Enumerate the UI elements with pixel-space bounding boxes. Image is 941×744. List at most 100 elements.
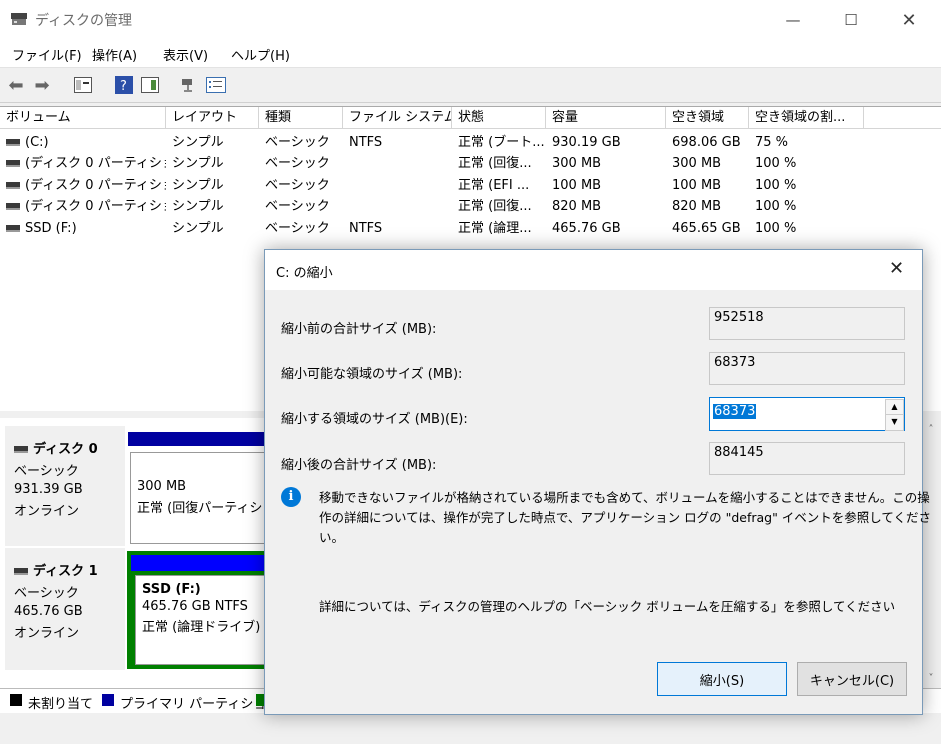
shrink-button[interactable]: 縮小(S)	[657, 662, 787, 696]
volume-icon	[6, 160, 20, 168]
cell-layout: シンプル	[168, 175, 259, 196]
column-status[interactable]: 状態	[452, 107, 546, 129]
action-pane-icon[interactable]	[140, 75, 160, 95]
table-row[interactable]: SSD (F:) シンプル ベーシック NTFS 正常 (論理... 465.76 GB 4…	[0, 218, 941, 239]
properties-icon[interactable]	[206, 75, 226, 95]
cell-filesystem	[345, 196, 452, 217]
menu-bar: ファイル(F) 操作(A) 表示(V) ヘルプ(H)	[0, 40, 941, 68]
cell-free-percent: 100 %	[751, 175, 864, 196]
disk-1-status: オンライン	[14, 626, 80, 641]
info-line-3: い。	[319, 530, 345, 545]
cell-text: SSD (F:)	[25, 220, 77, 236]
forward-arrow-icon[interactable]: ➡	[32, 75, 52, 96]
column-free-space[interactable]: 空き領域	[666, 107, 749, 129]
table-row[interactable]: (ディスク 0 パーティショ... シンプル ベーシック 正常 (回復... 300 M…	[0, 153, 941, 174]
toolbar: ⬅ ➡ ?	[0, 68, 941, 103]
shrink-amount-spinner[interactable]: 68373 ▲ ▼	[709, 397, 905, 431]
cell-text: ベーシック	[265, 156, 330, 172]
cell-text: シンプル	[172, 156, 224, 172]
volume-icon	[6, 181, 20, 189]
cell-text: 正常 (EFI ...	[458, 177, 530, 193]
close-button[interactable]: ✕	[886, 0, 932, 40]
disk-1-partition[interactable]: SSD (F:) 465.76 GB NTFS 正常 (論理ドライブ)	[135, 575, 270, 665]
column-capacity[interactable]: 容量	[546, 107, 666, 129]
menu-action[interactable]: 操作(A)	[92, 45, 137, 64]
disk-0-status: オンライン	[14, 504, 80, 519]
help-text: 詳細については、ディスクの管理のヘルプの「ベーシック ボリュームを圧縮する」を参…	[319, 599, 896, 614]
disk-0-size: 931.39 GB	[14, 482, 83, 497]
cell-free-percent: 75 %	[751, 132, 864, 153]
menu-view[interactable]: 表示(V)	[163, 45, 208, 64]
cell-free-percent: 100 %	[751, 196, 864, 217]
cell-text: ベーシック	[265, 177, 330, 193]
cell-filesystem: NTFS	[345, 218, 452, 239]
cell-capacity: 100 MB	[548, 175, 666, 196]
table-row[interactable]: (ディスク 0 パーティショ... シンプル ベーシック 正常 (EFI ... 100…	[0, 175, 941, 196]
cell-text: 820 MB	[552, 199, 602, 215]
cell-capacity: 930.19 GB	[548, 132, 666, 153]
help-icon[interactable]: ?	[114, 75, 134, 95]
dialog-close-icon[interactable]: ✕	[889, 258, 904, 279]
disk-0-partition[interactable]: 300 MB 正常 (回復パーティショ	[130, 452, 275, 544]
cell-layout: シンプル	[168, 132, 259, 153]
window-title: ディスクの管理	[35, 13, 133, 29]
column-layout[interactable]: レイアウト	[166, 107, 259, 129]
info-icon: i	[281, 487, 301, 507]
cell-layout: シンプル	[168, 196, 259, 217]
volume-icon	[6, 203, 20, 211]
console-tree-icon[interactable]	[73, 75, 93, 95]
cell-free-space: 698.06 GB	[668, 132, 749, 153]
cell-free-space: 100 MB	[668, 175, 749, 196]
table-row[interactable]: (ディスク 0 パーティショ... シンプル ベーシック 正常 (回復... 820 M…	[0, 196, 941, 217]
cell-type: ベーシック	[261, 175, 343, 196]
available-label: 縮小可能な領域のサイズ (MB):	[281, 367, 463, 382]
cell-text: NTFS	[349, 220, 383, 236]
cell-text: 100 %	[755, 199, 797, 215]
connect-icon[interactable]	[180, 75, 200, 95]
cell-text: シンプル	[172, 177, 224, 193]
cell-status: 正常 (ブート...	[454, 132, 546, 153]
menu-file[interactable]: ファイル(F)	[12, 45, 82, 64]
shrink-amount-label: 縮小する領域のサイズ (MB)(E):	[281, 412, 468, 427]
disk-0-label[interactable]: ディスク 0 ベーシック 931.39 GB オンライン	[5, 426, 125, 546]
cancel-button[interactable]: キャンセル(C)	[797, 662, 907, 696]
shrink-dialog: C: の縮小 ✕ 縮小前の合計サイズ (MB): 952518 縮小可能な領域の…	[264, 249, 931, 715]
disk-icon	[14, 568, 28, 575]
scroll-down-icon[interactable]: ˅	[921, 673, 941, 684]
primary-swatch	[102, 694, 114, 706]
cell-free-percent: 100 %	[751, 153, 864, 174]
maximize-button[interactable]: ☐	[828, 0, 874, 40]
scroll-up-icon[interactable]: ˄	[921, 424, 941, 435]
info-line-1: 移動できないファイルが格納されている場所までも含めて、ボリュームを縮小することは…	[319, 490, 930, 505]
partition-status: 正常 (論理ドライブ)	[142, 620, 261, 635]
column-filesystem[interactable]: ファイル システム	[343, 107, 452, 129]
column-volume[interactable]: ボリューム	[0, 107, 166, 129]
cell-text: 698.06 GB	[672, 135, 741, 150]
column-free-percent[interactable]: 空き領域の割...	[749, 107, 864, 129]
cell-capacity: 820 MB	[548, 196, 666, 217]
disk-icon	[14, 446, 28, 453]
shrink-amount-input[interactable]: 68373	[713, 404, 757, 419]
column-empty	[864, 107, 941, 129]
cell-text: 820 MB	[672, 199, 722, 215]
minimize-button[interactable]: —	[770, 0, 816, 40]
cell-status: 正常 (回復...	[454, 196, 546, 217]
dialog-title: C: の縮小	[276, 266, 333, 281]
table-row[interactable]: (C:) シンプル ベーシック NTFS 正常 (ブート... 930.19 GB 698.…	[0, 132, 941, 153]
menu-help[interactable]: ヘルプ(H)	[231, 45, 290, 64]
partition-size: 465.76 GB NTFS	[142, 599, 248, 614]
disk-1-label[interactable]: ディスク 1 ベーシック 465.76 GB オンライン	[5, 548, 125, 670]
total-after-field: 884145	[709, 442, 905, 475]
cell-text: NTFS	[349, 135, 383, 150]
back-arrow-icon[interactable]: ⬅	[6, 75, 26, 96]
info-text: 移動できないファイルが格納されている場所までも含めて、ボリュームを縮小することは…	[319, 488, 931, 548]
cell-capacity: 465.76 GB	[548, 218, 666, 239]
cell-volume: SSD (F:)	[2, 218, 166, 239]
cell-text: シンプル	[172, 220, 224, 236]
logical-drive-bar	[131, 555, 272, 571]
cell-free-space: 465.65 GB	[668, 218, 749, 239]
spin-down-icon[interactable]: ▼	[885, 414, 904, 431]
vertical-scrollbar[interactable]: ˄ ˅	[921, 418, 941, 688]
column-type[interactable]: 種類	[259, 107, 343, 129]
primary-partition-bar	[128, 432, 268, 446]
